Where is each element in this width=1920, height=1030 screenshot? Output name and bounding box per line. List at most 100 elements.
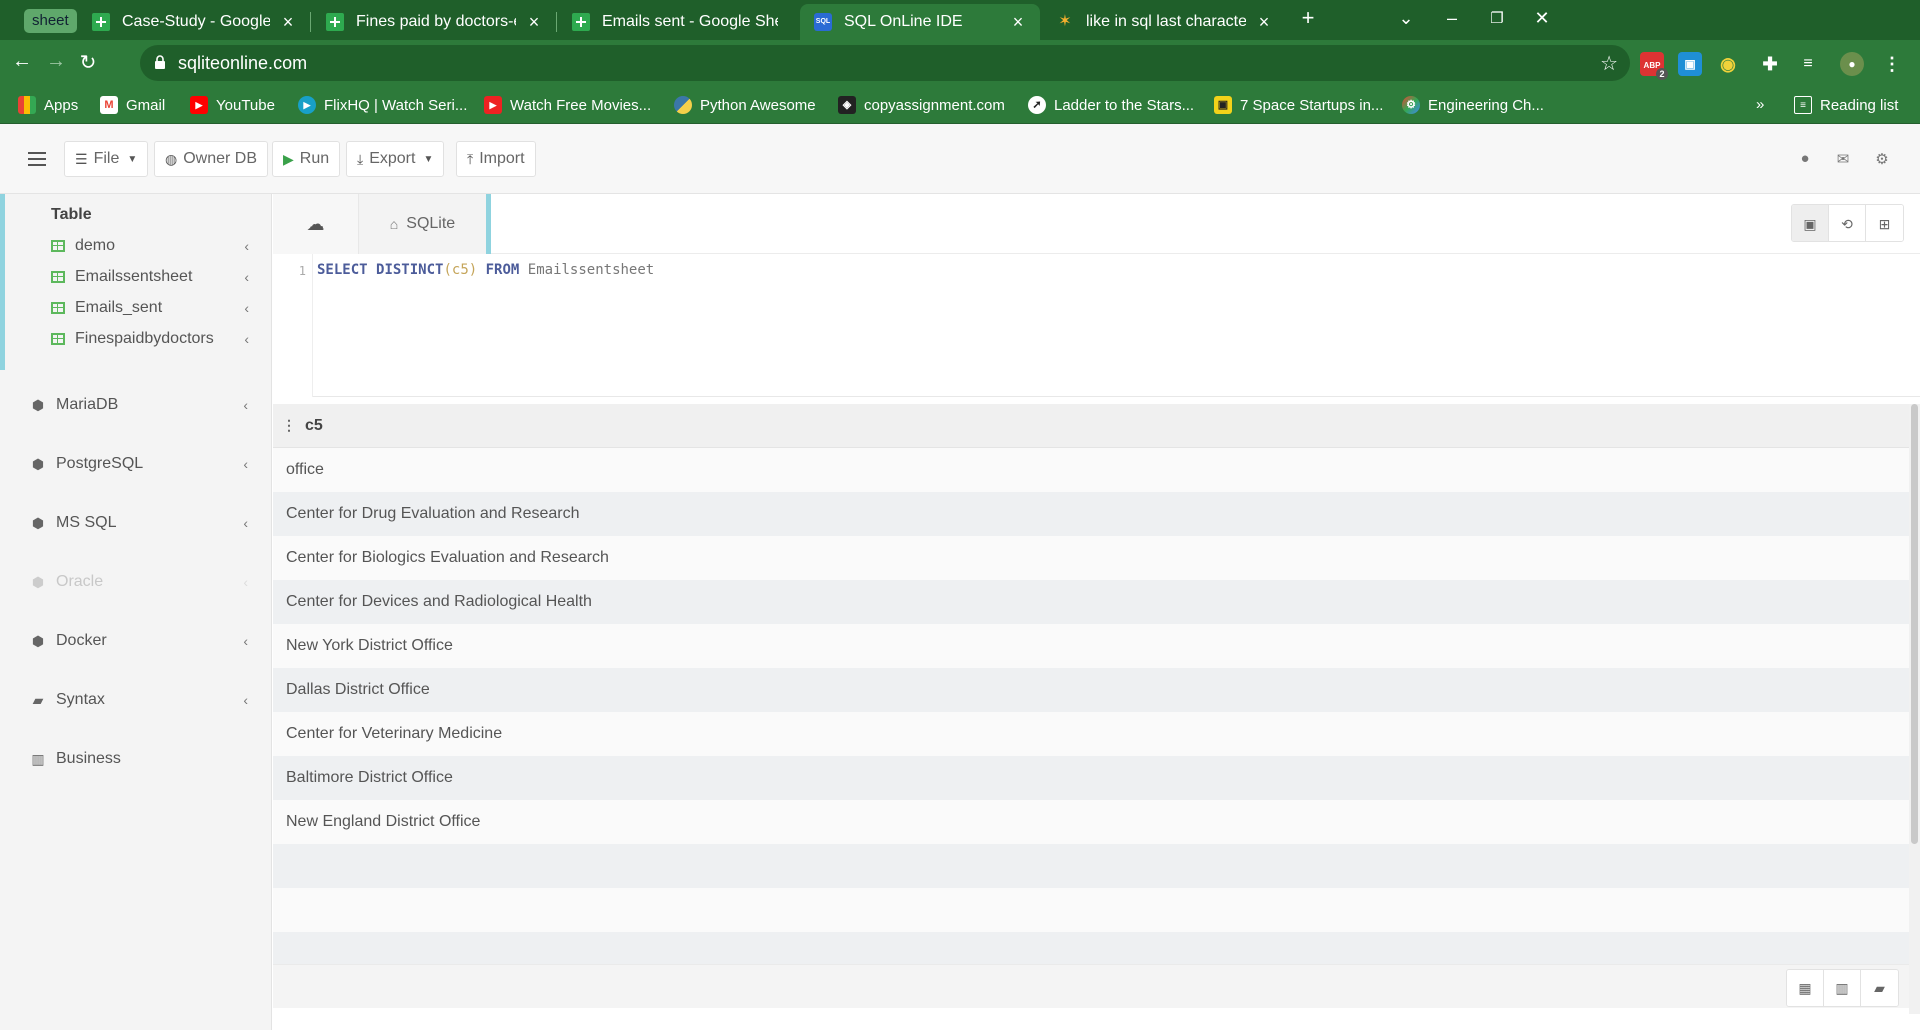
bookmark-space-startups[interactable]: ▣ 7 Space Startups in...	[1214, 96, 1383, 114]
reload-button[interactable]: ↻	[74, 50, 102, 75]
run-button[interactable]: ▶ Run	[272, 141, 341, 177]
table-row[interactable]: Center for Veterinary Medicine	[273, 712, 1909, 756]
table-row[interactable]: Center for Drug Evaluation and Research	[273, 492, 1909, 536]
screenshot-extension-icon[interactable]: ▣	[1678, 52, 1702, 76]
forward-button[interactable]: →	[42, 50, 70, 73]
tab-title: SQL OnLine IDE	[844, 13, 963, 30]
browser-tab-fines-paid[interactable]: Fines paid by doctors-edit - Goo ×	[312, 4, 556, 40]
table-view-icon[interactable]: ▦	[1787, 970, 1824, 1006]
cloud-tab[interactable]: ☁	[273, 194, 359, 254]
sidebar-item-postgresql[interactable]: ⬢ PostgreSQL ‹	[30, 449, 260, 479]
bookmark-gmail[interactable]: M Gmail	[100, 96, 165, 114]
close-icon[interactable]: ×	[1254, 12, 1274, 33]
browser-tab-case-study[interactable]: Case-Study - Google Sheets ×	[78, 4, 310, 40]
table-row[interactable]: Dallas District Office	[273, 668, 1909, 712]
paren-close: )	[468, 262, 478, 278]
table-row[interactable]: Center for Biologics Evaluation and Rese…	[273, 536, 1909, 580]
tab-group-label[interactable]: sheet	[24, 9, 77, 33]
tab-sqlite[interactable]: ⌂ SQLite	[359, 194, 491, 254]
bookmark-python-awesome[interactable]: Python Awesome	[674, 96, 816, 114]
bookmarks-overflow[interactable]: »	[1756, 96, 1764, 113]
table-row[interactable]: New England District Office	[273, 800, 1909, 844]
minimize-button[interactable]: –	[1438, 8, 1466, 29]
browser-tab-emails-sent[interactable]: Emails sent - Google Sheets	[558, 4, 790, 40]
browser-tab-grepper[interactable]: ✶ like in sql last character Code Exa ×	[1042, 4, 1286, 40]
sidebar-item-syntax[interactable]: ▰ Syntax ‹	[30, 685, 260, 715]
table-row[interactable]: New York District Office	[273, 624, 1909, 668]
sidebar-item-docker[interactable]: ⬢ Docker ‹	[30, 626, 260, 656]
restore-button[interactable]: ❐	[1483, 9, 1511, 27]
sidebar-item-ms-sql[interactable]: ⬢ MS SQL ‹	[30, 508, 260, 538]
coin-extension-icon[interactable]: ◉	[1716, 52, 1740, 76]
close-icon[interactable]: ×	[278, 12, 298, 33]
bookmark-star-icon[interactable]: ☆	[1600, 51, 1618, 76]
bookmark-watch-free-movies[interactable]: ▶ Watch Free Movies...	[484, 96, 651, 114]
save-icon[interactable]: ▣	[1792, 205, 1829, 241]
cube-icon: ⬢	[31, 455, 45, 472]
bookmark-copyassignment[interactable]: ◈ copyassignment.com	[838, 96, 1005, 114]
settings-gear-icon[interactable]: ⚙	[1872, 150, 1892, 168]
chevron-left-icon: ‹	[243, 574, 248, 590]
table-row[interactable]: Baltimore District Office	[273, 756, 1909, 800]
code-line[interactable]: SELECT DISTINCT(c5) FROM Emailssentsheet	[317, 262, 654, 278]
tab-title: like in sql last character Code Exa	[1086, 13, 1246, 30]
add-tab-icon[interactable]: ⊞	[1866, 205, 1903, 241]
reading-list[interactable]: ≡ Reading list	[1794, 96, 1898, 114]
tab-search-icon[interactable]: ⌄	[1392, 8, 1420, 29]
close-icon[interactable]: ×	[1008, 12, 1028, 33]
bookmark-label: Ladder to the Stars...	[1054, 96, 1195, 114]
table-item-demo[interactable]: demo ‹	[51, 234, 267, 258]
profile-avatar[interactable]: ●	[1840, 52, 1864, 76]
results-scrollbar[interactable]	[1909, 404, 1920, 1014]
close-icon[interactable]: ×	[524, 12, 544, 33]
file-menu-button[interactable]: ☰ File ▼	[64, 141, 149, 177]
table-row[interactable]: office	[273, 448, 1909, 492]
bookmark-engineering-ch[interactable]: ⚙ Engineering Ch...	[1402, 96, 1544, 114]
table-item-label: Finespaidbydoctors	[75, 330, 214, 347]
scrollbar-thumb[interactable]	[1911, 404, 1918, 844]
address-bar[interactable]: sqliteonline.com ☆	[140, 45, 1630, 81]
table-item-emailssentsheet[interactable]: Emailssentsheet ‹	[51, 265, 267, 289]
chevron-left-icon[interactable]: ‹	[244, 300, 249, 316]
hamburger-menu-icon[interactable]	[28, 152, 46, 166]
refresh-icon[interactable]: ⟲	[1829, 205, 1866, 241]
chart-view-icon[interactable]: ▥	[1824, 970, 1861, 1006]
sidebar: Table demo ‹ Emailssentsheet ‹ Emails_se…	[0, 194, 272, 1030]
table-item-emails-sent[interactable]: Emails_sent ‹	[51, 296, 267, 320]
table-item-finespaidbydoctors[interactable]: Finespaidbydoctors ‹	[51, 327, 267, 351]
user-icon[interactable]: ●	[1795, 150, 1815, 167]
chevron-left-icon[interactable]: ‹	[244, 331, 249, 347]
bookmark-youtube[interactable]: ▶ YouTube	[190, 96, 275, 114]
sql-code-editor[interactable]: 1 SELECT DISTINCT(c5) FROM Emailssentshe…	[273, 254, 1920, 397]
copyassignment-icon: ◈	[838, 96, 856, 114]
mail-icon[interactable]: ✉	[1833, 150, 1853, 168]
bookmark-ladder-to-the-stars[interactable]: ➚ Ladder to the Stars...	[1028, 96, 1194, 114]
extensions-puzzle-icon[interactable]: ✚	[1758, 52, 1782, 76]
sidebar-item-label: Docker	[56, 632, 107, 649]
bookmark-apps[interactable]: Apps	[18, 96, 78, 114]
import-button[interactable]: ⤒ Import	[456, 141, 536, 177]
column-header-c5[interactable]: c5	[305, 417, 323, 435]
export-menu-button[interactable]: ⤓ Export ▼	[346, 141, 445, 177]
chevron-left-icon[interactable]: ‹	[244, 238, 249, 254]
chevron-left-icon[interactable]: ‹	[244, 269, 249, 285]
table-token: Emailssentsheet	[527, 262, 655, 278]
back-button[interactable]: ←	[8, 50, 36, 73]
media-control-icon[interactable]: ≡	[1796, 52, 1820, 76]
bookmark-flixhq[interactable]: ▶ FlixHQ | Watch Seri...	[298, 96, 467, 114]
table-section-header: Table	[51, 206, 92, 223]
owner-db-button[interactable]: ◍ Owner DB	[154, 141, 269, 177]
sidebar-item-business[interactable]: ▥ Business	[30, 744, 260, 774]
browser-tab-sql-online-ide[interactable]: SQL SQL OnLine IDE ×	[800, 4, 1040, 40]
new-tab-button[interactable]: +	[1294, 5, 1322, 31]
browser-menu-icon[interactable]: ⋮	[1880, 52, 1904, 76]
text-view-icon[interactable]: ▰	[1861, 970, 1898, 1006]
column-menu-icon[interactable]: ⋮	[273, 417, 305, 434]
sidebar-item-mariadb[interactable]: ⬢ MariaDB ‹	[30, 390, 260, 420]
column-token: c5	[451, 262, 469, 278]
table-row[interactable]: Center for Devices and Radiological Heal…	[273, 580, 1909, 624]
bookmark-label: Watch Free Movies...	[510, 96, 652, 114]
close-window-button[interactable]: ✕	[1528, 8, 1556, 29]
browser-toolbar: ← → ↻ sqliteonline.com ☆ ABP 2 ▣ ◉ ✚ ≡ ●…	[0, 40, 1920, 88]
adblock-icon[interactable]: ABP 2	[1640, 52, 1668, 80]
